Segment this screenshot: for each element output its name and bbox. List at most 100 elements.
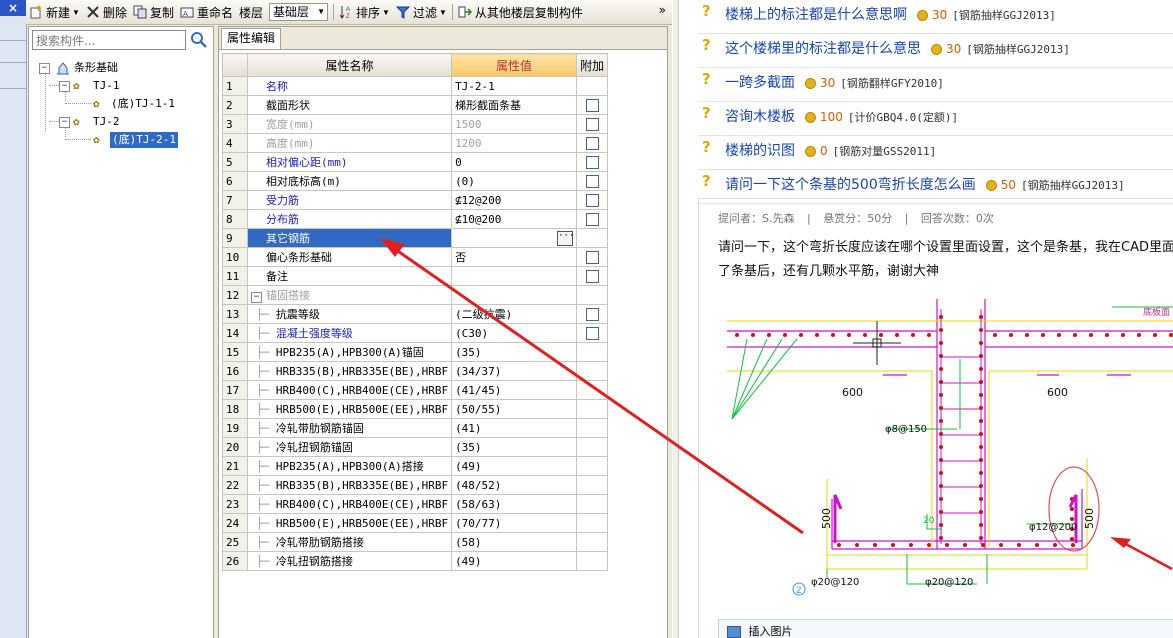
property-row[interactable]: 2 截面形状 梯形截面条基 — [222, 95, 609, 115]
question-link[interactable]: 楼梯的识图 0 [钢筋对量GSS2011] — [725, 140, 936, 160]
property-row[interactable]: 13 ├─ 抗震等级 (二级抗震) — [222, 304, 609, 324]
property-value[interactable]: ··· — [451, 228, 578, 248]
sort-button[interactable]: AZ 排序 ▼ — [336, 1, 393, 23]
property-value[interactable]: (48/52) — [451, 475, 578, 495]
property-value[interactable]: 否 — [451, 247, 578, 267]
attach-cell[interactable] — [576, 323, 609, 343]
property-value[interactable]: (41) — [451, 418, 578, 438]
copy-from-floor-button[interactable]: 从其他楼层复制构件 — [455, 1, 586, 23]
property-value[interactable]: 0 — [451, 152, 578, 172]
attach-checkbox[interactable] — [585, 98, 599, 112]
attach-checkbox[interactable] — [585, 193, 599, 207]
attach-checkbox[interactable] — [585, 212, 599, 226]
collapse-toggle-icon[interactable]: − — [59, 81, 70, 92]
attach-checkbox[interactable] — [585, 136, 599, 150]
property-row[interactable]: 23 ├─ HRB400(C),HRB400E(CE),HRBF (58/63) — [222, 494, 609, 514]
scrollbar-track[interactable] — [673, 0, 679, 638]
property-row[interactable]: 16 ├─ HRB335(B),HRB335E(BE),HRBF (34/37) — [222, 361, 609, 381]
more-tools-icon[interactable]: » — [659, 3, 666, 17]
question-link[interactable]: 请问一下这个条基的500弯折长度怎么画 50 [钢筋抽样GGJ2013] — [725, 174, 1125, 194]
property-row[interactable]: 1 名称 TJ-2-1 — [222, 76, 609, 96]
property-value[interactable]: 1500 — [451, 114, 578, 134]
question-link[interactable]: 楼梯上的标注都是什么意思啊 30 [钢筋抽样GGJ2013] — [725, 4, 1056, 24]
property-row[interactable]: 14 ├─ 混凝土强度等级 (C30) — [222, 323, 609, 343]
property-row[interactable]: 19 ├─ 冷轧带肋钢筋锚固 (41) — [222, 418, 609, 438]
property-row[interactable]: 21 ├─ HPB235(A),HPB300(A)搭接 (49) — [222, 456, 609, 476]
question-link[interactable]: 一跨多截面 30 [钢筋翻样GFY2010] — [725, 72, 944, 92]
attach-cell[interactable] — [576, 152, 609, 172]
question-list-item[interactable]: ? 咨询木楼板 100 [计价GBQ4.0(定额)] — [698, 102, 1173, 136]
delete-button[interactable]: 删除 — [83, 1, 130, 23]
attach-cell[interactable] — [576, 190, 609, 210]
search-input[interactable]: 搜索构件... — [32, 30, 186, 50]
attach-cell[interactable] — [576, 95, 609, 115]
property-value[interactable]: (35) — [451, 342, 578, 362]
attach-checkbox[interactable] — [585, 250, 599, 264]
question-list-item[interactable]: ? 楼梯的识图 0 [钢筋对量GSS2011] — [698, 136, 1173, 170]
question-list-item[interactable]: ? 一跨多截面 30 [钢筋翻样GFY2010] — [698, 68, 1173, 102]
property-row[interactable]: 10 偏心条形基础 否 — [222, 247, 609, 267]
search-icon[interactable] — [189, 30, 209, 50]
filter-button[interactable]: 过滤 ▼ — [393, 1, 450, 23]
property-value[interactable] — [451, 266, 578, 286]
property-value[interactable] — [451, 285, 578, 305]
property-row[interactable]: 24 ├─ HRB500(E),HRB500E(EE),HRBF (70/77) — [222, 513, 609, 533]
attach-cell[interactable] — [576, 304, 609, 324]
question-link[interactable]: 这个楼梯里的标注都是什么意思 30 [钢筋抽样GGJ2013] — [725, 38, 1070, 58]
property-value[interactable]: ⊈12@200 — [451, 190, 578, 210]
attach-checkbox[interactable] — [585, 117, 599, 131]
attach-cell[interactable] — [576, 247, 609, 267]
property-value[interactable]: 梯形截面条基 — [451, 95, 578, 115]
question-link[interactable]: 咨询木楼板 100 [计价GBQ4.0(定额)] — [725, 106, 958, 126]
tab-property-edit[interactable]: 属性编辑 — [221, 28, 282, 49]
property-value[interactable]: ⊈10@200 — [451, 209, 578, 229]
property-value[interactable]: (58/63) — [451, 494, 578, 514]
property-value[interactable]: TJ-2-1 — [451, 76, 578, 96]
insert-image-button[interactable]: 插入图片 — [718, 619, 1173, 638]
copy-button[interactable]: 复制 — [130, 1, 177, 23]
collapse-toggle-icon[interactable]: − — [251, 292, 262, 303]
property-row[interactable]: 17 ├─ HRB400(C),HRB400E(CE),HRBF (41/45) — [222, 380, 609, 400]
property-value[interactable]: (50/55) — [451, 399, 578, 419]
attach-checkbox[interactable] — [585, 155, 599, 169]
close-icon[interactable]: × — [0, 0, 26, 16]
attach-checkbox[interactable] — [585, 174, 599, 188]
property-row[interactable]: 5 相对偏心距(mm) 0 — [222, 152, 609, 172]
attach-checkbox[interactable] — [585, 326, 599, 340]
property-row[interactable]: 6 相对底标高(m) (0) — [222, 171, 609, 191]
property-row[interactable]: 3 宽度(mm) 1500 — [222, 114, 609, 134]
property-value[interactable]: (58) — [451, 532, 578, 552]
question-list-item[interactable]: ? 这个楼梯里的标注都是什么意思 30 [钢筋抽样GGJ2013] — [698, 34, 1173, 68]
property-row[interactable]: 11 备注 — [222, 266, 609, 286]
property-row[interactable]: 9 其它钢筋 ··· — [222, 228, 609, 248]
rename-button[interactable]: A 重命名 — [177, 1, 236, 23]
property-row[interactable]: 4 高度(mm) 1200 — [222, 133, 609, 153]
property-value[interactable]: (C30) — [451, 323, 578, 343]
new-button[interactable]: 新建 ▼ — [26, 1, 83, 23]
property-value[interactable]: (41/45) — [451, 380, 578, 400]
property-row[interactable]: 25 ├─ 冷轧带肋钢筋搭接 (58) — [222, 532, 609, 552]
attach-cell[interactable] — [576, 114, 609, 134]
property-value[interactable]: (49) — [451, 456, 578, 476]
property-row[interactable]: 26 ├─ 冷轧扭钢筋搭接 (49) — [222, 551, 609, 571]
property-value[interactable]: (70/77) — [451, 513, 578, 533]
attach-cell[interactable] — [576, 133, 609, 153]
collapse-toggle-icon[interactable]: − — [39, 63, 50, 74]
collapse-toggle-icon[interactable]: − — [59, 117, 70, 128]
property-row[interactable]: 18 ├─ HRB500(E),HRB500E(EE),HRBF (50/55) — [222, 399, 609, 419]
attach-cell[interactable] — [576, 171, 609, 191]
property-value[interactable]: (49) — [451, 551, 578, 571]
ellipsis-button[interactable]: ··· — [557, 231, 574, 246]
property-row[interactable]: 15 ├─ HPB235(A),HPB300(A)锚固 (35) — [222, 342, 609, 362]
property-row[interactable]: 22 ├─ HRB335(B),HRB335E(BE),HRBF (48/52) — [222, 475, 609, 495]
property-row[interactable]: 8 分布筋 ⊈10@200 — [222, 209, 609, 229]
property-row[interactable]: 12− 锚固搭接 — [222, 285, 609, 305]
attach-cell[interactable] — [576, 266, 609, 286]
property-value[interactable]: (35) — [451, 437, 578, 457]
property-value[interactable]: (34/37) — [451, 361, 578, 381]
attach-cell[interactable] — [576, 209, 609, 229]
property-value[interactable]: (二级抗震) — [451, 304, 578, 324]
floor-select[interactable]: 基础层 ▼ — [266, 1, 331, 23]
attach-checkbox[interactable] — [585, 269, 599, 283]
property-row[interactable]: 20 ├─ 冷轧扭钢筋锚固 (35) — [222, 437, 609, 457]
